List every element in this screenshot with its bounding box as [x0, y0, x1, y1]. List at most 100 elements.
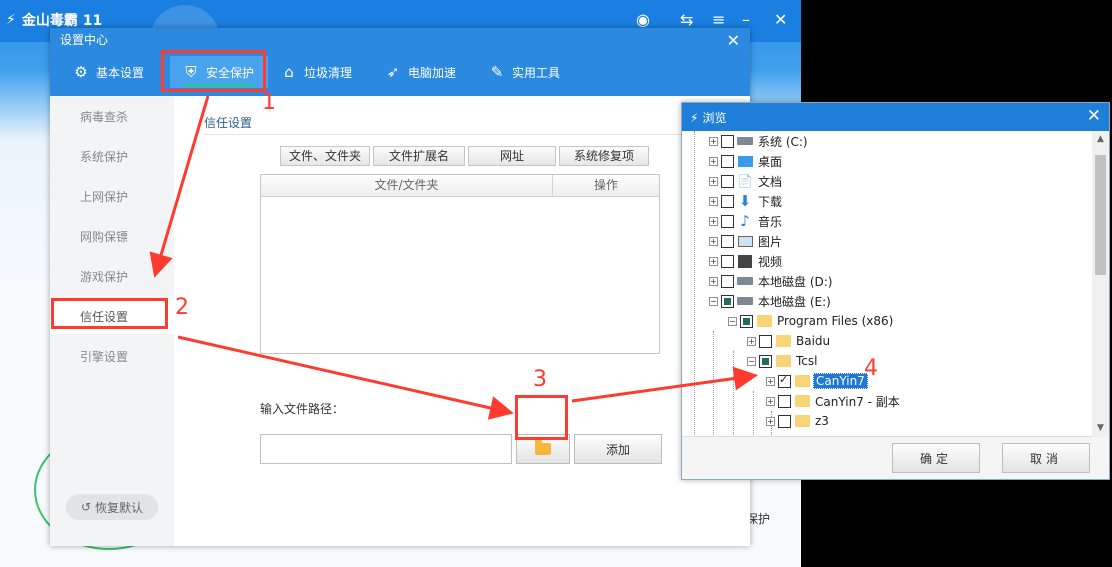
tree-scrollbar[interactable]: ▲ ▼ — [1092, 131, 1109, 437]
tree-checkbox[interactable] — [721, 294, 734, 308]
tab-label: 垃圾清理 — [304, 65, 353, 80]
tree-checkbox[interactable] — [721, 194, 734, 208]
sidebar-item-engine-settings[interactable]: 引擎设置 — [50, 340, 174, 374]
tree-node[interactable]: + CanYin7 — [766, 371, 868, 391]
tree-node[interactable]: − Program Files (x86) — [728, 311, 895, 331]
collapse-icon[interactable]: − — [747, 356, 756, 366]
expand-icon[interactable]: + — [747, 336, 756, 346]
scroll-up-icon[interactable]: ▲ — [1092, 131, 1109, 148]
tree-node[interactable]: + Baidu — [747, 331, 832, 351]
document-icon: 📄 — [737, 174, 753, 188]
video-icon — [737, 254, 753, 268]
cancel-button[interactable]: 取消 — [1002, 443, 1090, 473]
sidebar-item-system-protection[interactable]: 系统保护 — [50, 140, 174, 174]
tree-checkbox[interactable] — [721, 254, 734, 268]
sidebar-item-game-protection[interactable]: 游戏保护 — [50, 260, 174, 294]
tree-node[interactable]: + ♪ 音乐 — [709, 211, 784, 231]
settings-close-icon[interactable]: ✕ — [727, 31, 740, 50]
minimize-icon[interactable]: – — [742, 10, 750, 29]
collapse-icon[interactable]: − — [728, 316, 737, 326]
subtab-files-folders[interactable]: 文件、文件夹 — [280, 146, 370, 166]
tree-checkbox[interactable] — [759, 354, 772, 368]
tree-node[interactable]: + z3 — [766, 411, 831, 431]
tree-node[interactable]: + 系统 (C:) — [709, 131, 810, 151]
expand-icon[interactable]: + — [709, 196, 718, 206]
tree-node[interactable]: − Tcsl — [747, 351, 819, 371]
tree-node[interactable]: + CanYin7 - 副本 — [766, 391, 902, 411]
download-icon: ⬇ — [738, 192, 752, 210]
tree-checkbox[interactable] — [721, 274, 734, 288]
tree-checkbox[interactable] — [721, 214, 734, 228]
tree-node[interactable]: + 图片 — [709, 231, 784, 251]
expand-icon[interactable]: + — [709, 256, 718, 266]
expand-icon[interactable]: + — [709, 136, 718, 146]
tree-checkbox[interactable] — [778, 414, 791, 428]
annotation-number-2: 2 — [175, 295, 189, 320]
annotation-number-4: 4 — [864, 356, 878, 381]
settings-tabs: ⚙ 基本设置 ⛨ 安全保护 ⌂ 垃圾清理 ➶ 电脑加速 ✎ 实用工具 — [60, 56, 580, 92]
tree-node[interactable]: + 视频 — [709, 251, 784, 271]
tree-node-label: z3 — [815, 414, 829, 428]
expand-icon[interactable]: + — [709, 216, 718, 226]
tree-checkbox[interactable] — [740, 314, 753, 328]
settings-dialog: 设置中心 ✕ ⚙ 基本设置 ⛨ 安全保护 ⌂ 垃圾清理 ➶ 电脑加速 ✎ 实用工… — [50, 28, 750, 546]
sidebar-item-web-protection[interactable]: 上网保护 — [50, 180, 174, 214]
tree-checkbox[interactable] — [721, 154, 734, 168]
wrench-icon: ✎ — [490, 63, 504, 81]
tab-pc-speedup[interactable]: ➶ 电脑加速 — [372, 56, 476, 88]
tab-utilities[interactable]: ✎ 实用工具 — [476, 56, 580, 88]
user-icon[interactable]: ◉ — [636, 10, 650, 29]
desktop-icon — [737, 154, 753, 168]
folder-icon — [775, 354, 791, 368]
tree-checkbox[interactable] — [778, 394, 791, 408]
expand-icon[interactable]: + — [766, 416, 775, 426]
column-header-file[interactable]: 文件/文件夹 — [261, 175, 553, 196]
expand-icon[interactable]: + — [709, 176, 718, 186]
add-button[interactable]: 添加 — [574, 434, 662, 464]
scroll-thumb[interactable] — [1095, 155, 1106, 275]
expand-icon[interactable]: + — [709, 156, 718, 166]
subtab-system-repair[interactable]: 系统修复项 — [559, 146, 649, 166]
settings-title: 设置中心 — [60, 33, 109, 47]
tab-junk-clean[interactable]: ⌂ 垃圾清理 — [268, 56, 372, 88]
file-path-input[interactable] — [260, 434, 512, 464]
tree-checkbox[interactable] — [759, 334, 772, 348]
expand-icon[interactable]: + — [709, 276, 718, 286]
column-header-action[interactable]: 操作 — [553, 175, 659, 196]
skin-icon[interactable]: ⇆ — [680, 10, 693, 29]
tree-checkbox[interactable] — [721, 234, 734, 248]
tree-guide-line — [753, 391, 754, 436]
tree-checkbox[interactable] — [721, 174, 734, 188]
close-icon[interactable]: ✕ — [774, 10, 787, 29]
ok-button[interactable]: 确定 — [892, 443, 980, 473]
subtab-urls[interactable]: 网址 — [468, 146, 556, 166]
tree-checkbox[interactable] — [721, 134, 734, 148]
tab-basic-settings[interactable]: ⚙ 基本设置 — [60, 56, 170, 88]
tree-node-label: 下载 — [758, 194, 783, 209]
folder-icon — [794, 374, 810, 388]
collapse-icon[interactable]: − — [709, 296, 718, 306]
restore-default-button[interactable]: ↺ 恢复默认 — [66, 494, 158, 520]
menu-icon[interactable]: ≡ — [712, 10, 725, 29]
browse-footer: 确定 取消 — [682, 437, 1109, 479]
expand-icon[interactable]: + — [709, 236, 718, 246]
folder-icon — [794, 394, 810, 408]
restore-icon: ↺ — [80, 500, 92, 514]
tree-node[interactable]: + ⬇ 下载 — [709, 191, 784, 211]
scroll-down-icon[interactable]: ▼ — [1092, 420, 1109, 437]
sidebar-item-shopping-guard[interactable]: 网购保镖 — [50, 220, 174, 254]
sidebar-item-virus-scan[interactable]: 病毒查杀 — [50, 100, 174, 134]
trust-list-table[interactable]: 文件/文件夹 操作 — [260, 174, 660, 354]
expand-icon[interactable]: + — [766, 396, 775, 406]
tree-node[interactable]: + 📄 文档 — [709, 171, 784, 191]
tree-node-label: Program Files (x86) — [777, 314, 894, 328]
tree-node[interactable]: + 本地磁盘 (D:) — [709, 271, 834, 291]
expand-icon[interactable]: + — [766, 376, 775, 386]
drive-icon — [737, 274, 753, 288]
subtab-file-extensions[interactable]: 文件扩展名 — [373, 146, 465, 166]
tree-checkbox-checked[interactable] — [778, 373, 791, 388]
browse-close-icon[interactable]: ✕ — [1087, 106, 1101, 126]
tree-node-label: Tcsl — [796, 354, 818, 368]
tree-node[interactable]: − 本地磁盘 (E:) — [709, 291, 833, 311]
tree-node[interactable]: + 桌面 — [709, 151, 784, 171]
